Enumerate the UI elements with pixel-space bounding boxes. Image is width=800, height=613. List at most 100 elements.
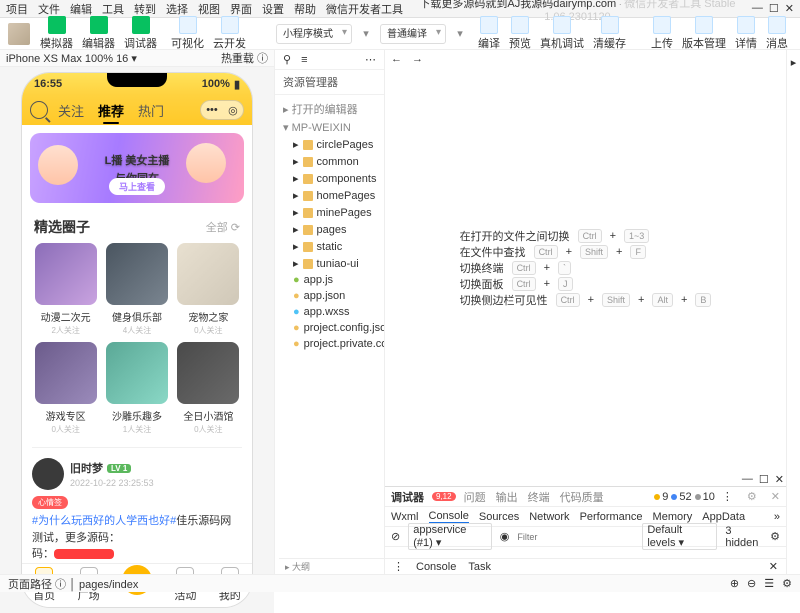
app-tab-热门[interactable]: 热门	[138, 101, 164, 120]
tree-node-circlePages[interactable]: ▸circlePages	[275, 136, 384, 153]
open-editors-section[interactable]: ▸ 打开的编辑器	[275, 99, 384, 119]
tree-node-static[interactable]: ▸static	[275, 238, 384, 255]
toolbar-btn-编译[interactable]: 编译	[474, 14, 504, 53]
device-select[interactable]: iPhone XS Max 100% 16 ▾	[6, 52, 137, 65]
filter-input[interactable]	[517, 532, 634, 542]
status-stat[interactable]: 9	[654, 491, 668, 503]
back-icon[interactable]: ←	[391, 53, 402, 65]
toggle-icon[interactable]: ≡	[301, 54, 307, 66]
status-icon[interactable]: ⚙	[782, 577, 792, 590]
tree-node-app.json[interactable]: ●app.json	[275, 288, 384, 304]
post-tag[interactable]: 心情签	[32, 496, 68, 509]
circle-card[interactable]: 全日小酒馆0人关注	[175, 342, 242, 435]
debugger-tab[interactable]: 调试器	[391, 489, 424, 505]
devtools-sub-AppData[interactable]: AppData	[702, 511, 745, 523]
post-hashtag[interactable]: #为什么玩西好的人学西也好#	[32, 515, 176, 527]
maximize-icon[interactable]: ☐	[759, 473, 769, 486]
devtools-sub-Sources[interactable]: Sources	[479, 511, 519, 523]
toolbar-btn-预览[interactable]: 预览	[505, 14, 535, 53]
tree-node-pages[interactable]: ▸pages	[275, 221, 384, 238]
tree-node-minePages[interactable]: ▸minePages	[275, 204, 384, 221]
app-tab-推荐[interactable]: 推荐	[98, 101, 124, 120]
tree-node-app.wxss[interactable]: ●app.wxss	[275, 304, 384, 320]
toolbar-btn-消息[interactable]: 消息	[762, 14, 792, 53]
tree-node-tuniao-ui[interactable]: ▸tuniao-ui	[275, 255, 384, 272]
menu-icon[interactable]: •••	[206, 104, 218, 116]
capsule-button[interactable]: ••• ◎	[200, 100, 244, 120]
settings-icon[interactable]: ⚙	[747, 490, 757, 503]
status-icon[interactable]: ⊖	[747, 577, 756, 590]
menu-帮助[interactable]: 帮助	[294, 1, 316, 17]
close-icon[interactable]: ✕	[769, 560, 778, 573]
status-icon[interactable]: ☰	[764, 577, 774, 590]
devtools-tab-问题[interactable]: 问题	[464, 489, 486, 505]
collapse-icon[interactable]: ▸	[791, 56, 797, 69]
app-tab-关注[interactable]: 关注	[58, 101, 84, 120]
toolbar-btn-可视化[interactable]: 可视化	[167, 14, 208, 53]
user-avatar[interactable]	[8, 23, 30, 45]
devtools-tab-输出[interactable]: 输出	[496, 489, 518, 505]
menu-项目[interactable]: 项目	[6, 1, 28, 17]
clear-icon[interactable]: ⊘	[391, 530, 400, 543]
tree-node-homePages[interactable]: ▸homePages	[275, 187, 384, 204]
footer-console-tab[interactable]: Console	[416, 561, 456, 573]
circle-card[interactable]: 游戏专区0人关注	[32, 342, 99, 435]
feed-post[interactable]: 旧时梦LV 1 2022-10-22 23:25:53 心情签 #为什么玩西好的…	[32, 447, 242, 563]
tree-node-project.config.json[interactable]: ●project.config.json	[275, 320, 384, 336]
compile-select[interactable]: 普通编译	[380, 24, 446, 44]
toolbar-btn-云开发[interactable]: 云开发	[209, 14, 250, 53]
toolbar-btn-版本管理[interactable]: 版本管理	[678, 14, 730, 53]
devtools-sub-Wxml[interactable]: Wxml	[391, 511, 419, 523]
toolbar-btn-详情[interactable]: 详情	[731, 14, 761, 53]
dropdown-icon[interactable]: ▾	[452, 26, 468, 42]
search-icon[interactable]: ⚲	[283, 53, 291, 66]
minimize-icon[interactable]: —	[742, 473, 753, 486]
circle-card[interactable]: 宠物之家0人关注	[175, 243, 242, 336]
more-icon[interactable]: ⋯	[365, 53, 376, 66]
status-stat[interactable]: 52	[671, 491, 691, 503]
devtools-sub-Performance[interactable]: Performance	[580, 511, 643, 523]
outline-section[interactable]: ▸ 大纲	[279, 558, 385, 574]
search-icon[interactable]	[30, 101, 48, 119]
devtools-sub-Memory[interactable]: Memory	[653, 511, 693, 523]
circle-card[interactable]: 沙雕乐趣多1人关注	[103, 342, 170, 435]
dropdown-icon[interactable]: ▾	[358, 26, 374, 42]
toolbar-btn-编辑器[interactable]: 编辑器	[78, 14, 119, 53]
close-icon[interactable]: ◎	[228, 104, 238, 117]
page-path[interactable]: 页面路径 ⓘ │ pages/index	[8, 576, 138, 592]
circle-card[interactable]: 健身俱乐部4人关注	[103, 243, 170, 336]
expand-icon[interactable]: ⋮	[393, 560, 404, 573]
toolbar-btn-清缓存[interactable]: 清缓存	[589, 14, 630, 53]
console-body[interactable]	[385, 547, 786, 558]
tree-node-app.js[interactable]: ●app.js	[275, 272, 384, 288]
devtools-tab-终端[interactable]: 终端	[528, 489, 550, 505]
levels-select[interactable]: Default levels ▾	[642, 523, 717, 550]
tree-node-project.private.config.js...[interactable]: ●project.private.config.js...	[275, 336, 384, 352]
banner-cta[interactable]: 马上查看	[109, 178, 165, 195]
view-all-link[interactable]: 全部 ⟳	[206, 219, 240, 235]
tree-node-components[interactable]: ▸components	[275, 170, 384, 187]
hidden-count[interactable]: 3 hidden	[725, 525, 762, 549]
toolbar-btn-上传[interactable]: 上传	[647, 14, 677, 53]
tree-node-common[interactable]: ▸common	[275, 153, 384, 170]
settings-icon[interactable]: ⚙	[770, 530, 780, 543]
toolbar-btn-真机调试[interactable]: 真机调试	[536, 14, 588, 53]
toolbar-btn-模拟器[interactable]: 模拟器	[36, 14, 77, 53]
circle-card[interactable]: 动漫二次元2人关注	[32, 243, 99, 336]
hero-banner[interactable]: L播 美女主播与你同在 马上查看	[30, 133, 244, 203]
menu-微信开发者工具[interactable]: 微信开发者工具	[326, 1, 403, 17]
mode-select[interactable]: 小程序模式	[276, 24, 352, 44]
devtools-sub-Console[interactable]: Console	[429, 510, 469, 524]
post-avatar[interactable]	[32, 458, 64, 490]
devtools-tab-代码质量[interactable]: 代码质量	[560, 489, 604, 505]
hot-reload[interactable]: 热重载 ⓘ	[221, 50, 268, 66]
close-icon[interactable]: ✕	[771, 490, 780, 503]
toolbar-btn-调试器[interactable]: 调试器	[120, 14, 161, 53]
eye-icon[interactable]: ◉	[500, 530, 510, 543]
status-stat[interactable]: 10	[695, 491, 715, 503]
project-root[interactable]: ▾ MP-WEIXIN	[275, 119, 384, 136]
close-icon[interactable]: ✕	[775, 473, 784, 486]
status-icon[interactable]: ⊕	[730, 577, 739, 590]
forward-icon[interactable]: →	[412, 53, 423, 65]
devtools-sub-Network[interactable]: Network	[529, 511, 569, 523]
